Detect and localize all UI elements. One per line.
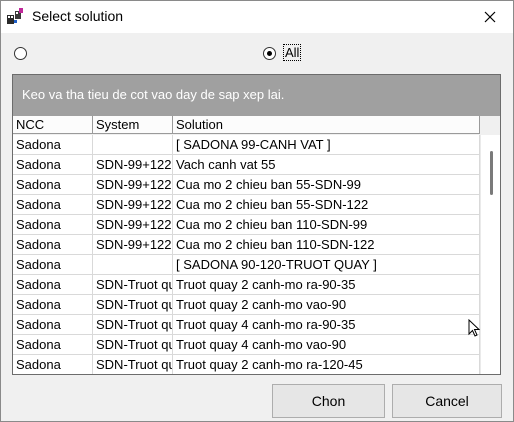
- column-header-solution[interactable]: Solution: [173, 116, 480, 134]
- table-row[interactable]: Sadona [ SADONA 99-CANH VAT ]: [13, 135, 480, 155]
- cell-system[interactable]: SDN-99+122: [93, 155, 173, 175]
- choose-button[interactable]: Chon: [272, 384, 385, 418]
- cell-ncc[interactable]: Sadona: [13, 155, 93, 175]
- table-row[interactable]: Sadona SDN-Truot quay Truot quay 4 canh-…: [13, 315, 480, 335]
- cell-system[interactable]: SDN-99+122: [93, 195, 173, 215]
- column-header-ncc[interactable]: NCC: [13, 116, 93, 134]
- cell-system[interactable]: [93, 255, 173, 275]
- cell-solution[interactable]: Cua mo 2 chieu ban 55-SDN-99: [173, 175, 480, 195]
- select-solution-dialog: Select solution All Keo va tha tieu de c…: [0, 0, 514, 422]
- cell-solution[interactable]: [ SADONA 90-120-TRUOT QUAY ]: [173, 255, 480, 275]
- cell-system[interactable]: SDN-Truot quay: [93, 295, 173, 315]
- close-icon: [484, 8, 496, 27]
- vertical-scrollbar[interactable]: [480, 135, 500, 374]
- column-header-system[interactable]: System: [93, 116, 173, 134]
- cell-system[interactable]: SDN-Truot quay: [93, 275, 173, 295]
- cell-ncc[interactable]: Sadona: [13, 355, 93, 374]
- cell-solution[interactable]: [ SADONA 99-CANH VAT ]: [173, 135, 480, 155]
- grid-header: NCC System Solution: [13, 116, 480, 135]
- table-row[interactable]: Sadona SDN-99+122 Cua mo 2 chieu ban 110…: [13, 215, 480, 235]
- cell-ncc[interactable]: Sadona: [13, 195, 93, 215]
- cell-ncc[interactable]: Sadona: [13, 215, 93, 235]
- mouse-cursor-icon: [468, 318, 481, 342]
- cell-solution[interactable]: Truot quay 4 canh-mo ra-90-35: [173, 315, 480, 335]
- table-row[interactable]: Sadona SDN-Truot quay Truot quay 2 canh-…: [13, 275, 480, 295]
- cell-system[interactable]: SDN-99+122: [93, 235, 173, 255]
- filter-radio-all[interactable]: [263, 47, 276, 60]
- group-by-hint: Keo va tha tieu de cot vao day de sap xe…: [22, 87, 285, 102]
- cell-solution[interactable]: Truot quay 2 canh-mo ra-90-35: [173, 275, 480, 295]
- cell-solution[interactable]: Vach canh vat 55: [173, 155, 480, 175]
- cell-ncc[interactable]: Sadona: [13, 315, 93, 335]
- cell-system[interactable]: SDN-99+122: [93, 215, 173, 235]
- radio-selected-dot: [267, 51, 272, 56]
- cell-ncc[interactable]: Sadona: [13, 295, 93, 315]
- scrollbar-thumb[interactable]: [490, 151, 493, 195]
- header-corner: [480, 116, 500, 135]
- table-row[interactable]: Sadona SDN-Truot quay Truot quay 2 canh-…: [13, 295, 480, 315]
- close-button[interactable]: [467, 1, 513, 33]
- cell-ncc[interactable]: Sadona: [13, 135, 93, 155]
- title-bar[interactable]: Select solution: [1, 1, 513, 33]
- grid-body: Sadona [ SADONA 99-CANH VAT ] Sadona SDN…: [13, 135, 480, 374]
- cell-solution[interactable]: Cua mo 2 chieu ban 110-SDN-99: [173, 215, 480, 235]
- table-row[interactable]: Sadona SDN-99+122 Vach canh vat 55: [13, 155, 480, 175]
- table-row[interactable]: Sadona SDN-Truot quay Truot quay 2 canh-…: [13, 355, 480, 374]
- cell-solution[interactable]: Truot quay 2 canh-mo ra-120-45: [173, 355, 480, 374]
- solution-grid: Keo va tha tieu de cot vao day de sap xe…: [12, 74, 501, 375]
- cell-solution[interactable]: Cua mo 2 chieu ban 55-SDN-122: [173, 195, 480, 215]
- cell-system[interactable]: SDN-99+122: [93, 175, 173, 195]
- cancel-button[interactable]: Cancel: [392, 384, 502, 418]
- cell-solution[interactable]: Truot quay 2 canh-mo vao-90: [173, 295, 480, 315]
- table-row[interactable]: Sadona [ SADONA 90-120-TRUOT QUAY ]: [13, 255, 480, 275]
- cell-solution[interactable]: Cua mo 2 chieu ban 110-SDN-122: [173, 235, 480, 255]
- cell-system[interactable]: SDN-Truot quay: [93, 315, 173, 335]
- cell-ncc[interactable]: Sadona: [13, 175, 93, 195]
- app-icon: [6, 8, 24, 26]
- cell-ncc[interactable]: Sadona: [13, 235, 93, 255]
- filter-radio-option[interactable]: [14, 47, 27, 60]
- cell-ncc[interactable]: Sadona: [13, 275, 93, 295]
- cell-ncc[interactable]: Sadona: [13, 335, 93, 355]
- cell-system[interactable]: SDN-Truot quay: [93, 335, 173, 355]
- cell-system[interactable]: [93, 135, 173, 155]
- table-row[interactable]: Sadona SDN-Truot quay Truot quay 4 canh-…: [13, 335, 480, 355]
- table-row[interactable]: Sadona SDN-99+122 Cua mo 2 chieu ban 55-…: [13, 175, 480, 195]
- table-row[interactable]: Sadona SDN-99+122 Cua mo 2 chieu ban 55-…: [13, 195, 480, 215]
- filter-all-label[interactable]: All: [283, 44, 302, 61]
- window-title: Select solution: [32, 8, 124, 24]
- table-row[interactable]: Sadona SDN-99+122 Cua mo 2 chieu ban 110…: [13, 235, 480, 255]
- cell-system[interactable]: SDN-Truot quay: [93, 355, 173, 374]
- cell-ncc[interactable]: Sadona: [13, 255, 93, 275]
- group-by-panel[interactable]: Keo va tha tieu de cot vao day de sap xe…: [13, 75, 500, 116]
- cell-solution[interactable]: Truot quay 4 canh-mo vao-90: [173, 335, 480, 355]
